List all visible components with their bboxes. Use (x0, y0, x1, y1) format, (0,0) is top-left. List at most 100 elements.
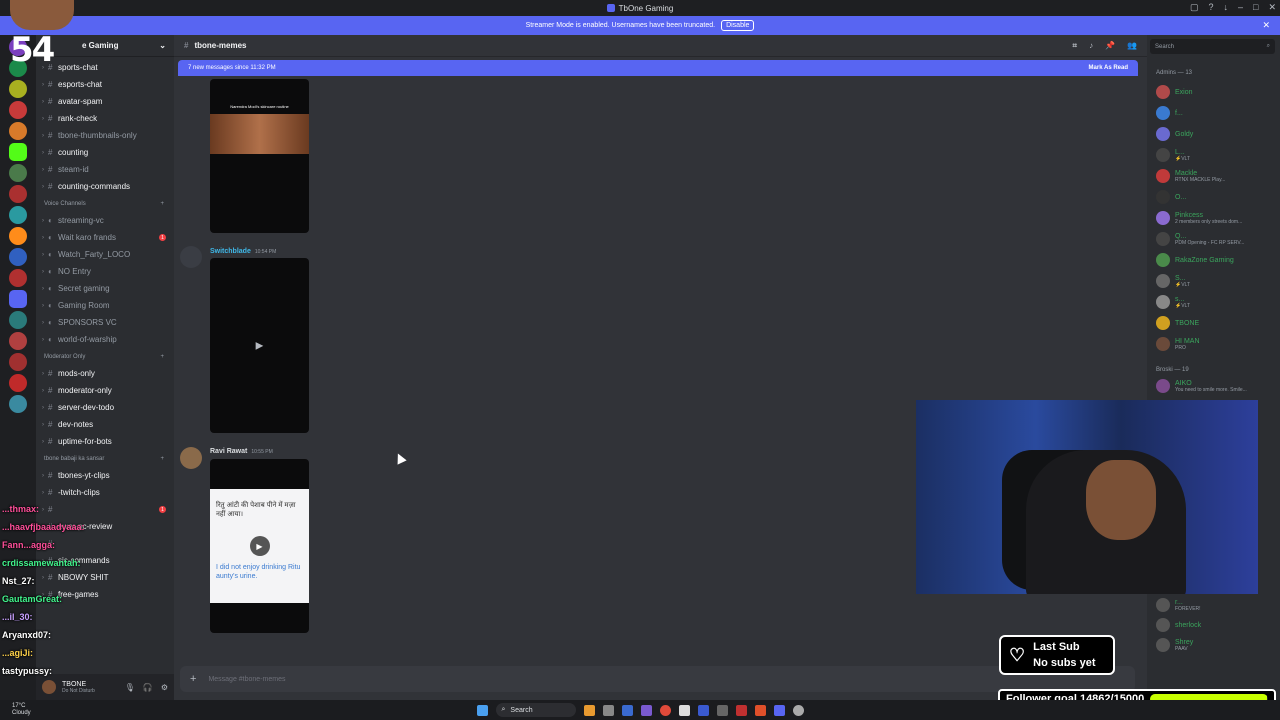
taskbar-app-icon[interactable] (697, 704, 709, 716)
server-icon[interactable] (9, 353, 27, 371)
start-icon[interactable] (476, 704, 488, 716)
download-icon[interactable]: ↓ (1224, 2, 1229, 13)
avatar[interactable] (42, 680, 56, 694)
notification-bell-icon[interactable]: ♪ (1089, 41, 1093, 51)
channel-item[interactable]: › # dev-notes (36, 416, 174, 433)
discord-icon[interactable] (773, 704, 785, 716)
channel-category[interactable]: tbone babaji ka sansar + (36, 450, 174, 467)
channel-item[interactable]: › # -twitch-clips (36, 484, 174, 501)
taskbar-app-icon[interactable] (621, 704, 633, 716)
channel-item[interactable]: › ◐ SPONSORS VC (36, 314, 174, 331)
channel-item[interactable]: › # tbones-yt-clips (36, 467, 174, 484)
channel-item[interactable]: › ◐ Gaming Room (36, 297, 174, 314)
server-icon[interactable] (9, 332, 27, 350)
channel-item[interactable]: › # counting-commands (36, 178, 174, 195)
server-icon[interactable] (9, 101, 27, 119)
channel-item[interactable]: › # moderator-only (36, 382, 174, 399)
close-icon[interactable]: ✕ (1262, 20, 1270, 31)
message-input[interactable]: Message #tbone-memes (208, 676, 285, 683)
channel-item[interactable]: › ◐ NO Entry (36, 263, 174, 280)
member-item[interactable]: Pinkcess 2 members only streets dom... (1156, 209, 1276, 227)
member-item[interactable]: Shrey PAAV (1156, 636, 1276, 654)
server-icon[interactable] (9, 185, 27, 203)
mic-icon[interactable]: 🎙 (125, 683, 135, 692)
member-item[interactable]: TBONE (1156, 314, 1276, 332)
new-messages-bar[interactable]: 7 new messages since 11:32 PM Mark As Re… (178, 60, 1138, 76)
add-channel-icon[interactable]: + (160, 201, 164, 207)
channel-item[interactable]: › # tbone-thumbnails-only (36, 127, 174, 144)
member-item[interactable]: f... (1156, 104, 1276, 122)
member-item[interactable]: Q... PDM Opening - FC RP SERV... (1156, 230, 1276, 248)
inbox-icon[interactable]: ▢ (1190, 2, 1199, 13)
taskbar-app-icon[interactable] (583, 704, 595, 716)
member-item[interactable]: O... (1156, 188, 1276, 206)
channel-item[interactable]: › ◐ Secret gaming (36, 280, 174, 297)
search-input[interactable]: Search ⌕ (1150, 39, 1275, 54)
server-icon[interactable] (9, 395, 27, 413)
channel-item[interactable]: › ◐ Watch_Farty_LOCO (36, 246, 174, 263)
add-channel-icon[interactable]: + (160, 354, 164, 360)
avatar[interactable] (180, 246, 202, 268)
gear-icon[interactable]: ⚙ (161, 683, 168, 692)
server-icon[interactable] (9, 143, 27, 161)
channel-item[interactable]: › # avatar-spam (36, 93, 174, 110)
member-item[interactable]: RakaZone Gaming (1156, 251, 1276, 269)
brave-icon[interactable] (754, 704, 766, 716)
member-item[interactable]: S... ⚡VLT (1156, 272, 1276, 290)
help-icon[interactable]: ? (1208, 2, 1213, 13)
message-composer[interactable]: + Message #tbone-memes (180, 666, 1135, 692)
headphones-icon[interactable]: 🎧 (143, 683, 153, 692)
server-icon[interactable] (9, 80, 27, 98)
server-icon[interactable] (9, 248, 27, 266)
member-item[interactable]: sherlock (1156, 616, 1276, 634)
minimize-button[interactable]: – (1238, 2, 1243, 13)
member-list-icon[interactable]: 👥 (1127, 41, 1137, 51)
channel-item[interactable]: › ◐ streaming-vc (36, 212, 174, 229)
play-icon[interactable]: ▶ (256, 340, 264, 351)
add-attachment-icon[interactable]: + (190, 673, 196, 685)
server-icon[interactable] (9, 206, 27, 224)
member-item[interactable]: AIKO You need to smile more. Smile... (1156, 377, 1276, 395)
threads-icon[interactable]: ⌗ (1073, 41, 1078, 51)
disable-streamer-mode-button[interactable]: Disable (721, 20, 755, 31)
channel-item[interactable]: › # uptime-for-bots (36, 433, 174, 450)
taskbar-search[interactable]: ⌕ Search (495, 703, 576, 717)
video-attachment[interactable]: रितु आंटी की पेशाब पीने में मज़ा नहीं आय… (210, 459, 309, 633)
channel-item[interactable]: › ◐ world-of-warship (36, 331, 174, 348)
member-item[interactable]: s... ⚡VLT (1156, 293, 1276, 311)
taskbar-app-icon[interactable] (735, 704, 747, 716)
member-item[interactable]: Exion (1156, 83, 1276, 101)
channel-item[interactable]: › # esports-chat (36, 76, 174, 93)
chrome-icon[interactable] (659, 704, 671, 716)
close-window-button[interactable]: ✕ (1268, 2, 1276, 13)
taskbar-app-icon[interactable] (602, 704, 614, 716)
server-icon[interactable] (9, 122, 27, 140)
weather-widget[interactable]: 17°C Cloudy (12, 703, 31, 717)
channel-item[interactable]: › # rank-check (36, 110, 174, 127)
add-channel-icon[interactable]: + (160, 456, 164, 462)
channel-category[interactable]: Voice Channels + (36, 195, 174, 212)
message-author[interactable]: Switchblade 10:54 PM (210, 248, 276, 255)
taskbar-app-icon[interactable] (678, 704, 690, 716)
channel-item[interactable]: › # mods-only (36, 365, 174, 382)
member-item[interactable]: Mackle RTNX MACKLE Play... (1156, 167, 1276, 185)
server-icon[interactable] (9, 164, 27, 182)
video-attachment[interactable]: ▶ (210, 258, 309, 433)
server-icon[interactable] (9, 374, 27, 392)
mark-as-read-button[interactable]: Mark As Read (1089, 65, 1128, 71)
channel-item[interactable]: › # counting (36, 144, 174, 161)
taskbar-app-icon[interactable] (640, 704, 652, 716)
maximize-button[interactable]: □ (1253, 2, 1258, 13)
channel-item[interactable]: › ◐ Wait karo frands 1 (36, 229, 174, 246)
member-item[interactable]: r... FOREVER! (1156, 596, 1276, 614)
member-item[interactable]: HI MAN PRO (1156, 335, 1276, 353)
taskbar-app-icon[interactable] (792, 704, 804, 716)
server-icon[interactable] (9, 311, 27, 329)
play-icon[interactable]: ▶ (249, 536, 270, 556)
channel-item[interactable]: › # steam-id (36, 161, 174, 178)
avatar[interactable] (180, 447, 202, 469)
member-item[interactable]: L... ⚡VLT (1156, 146, 1276, 164)
member-item[interactable]: Goldy (1156, 125, 1276, 143)
message-author[interactable]: Ravi Rawat 10:55 PM (210, 448, 273, 455)
channel-item[interactable]: › # server-dev-todo (36, 399, 174, 416)
